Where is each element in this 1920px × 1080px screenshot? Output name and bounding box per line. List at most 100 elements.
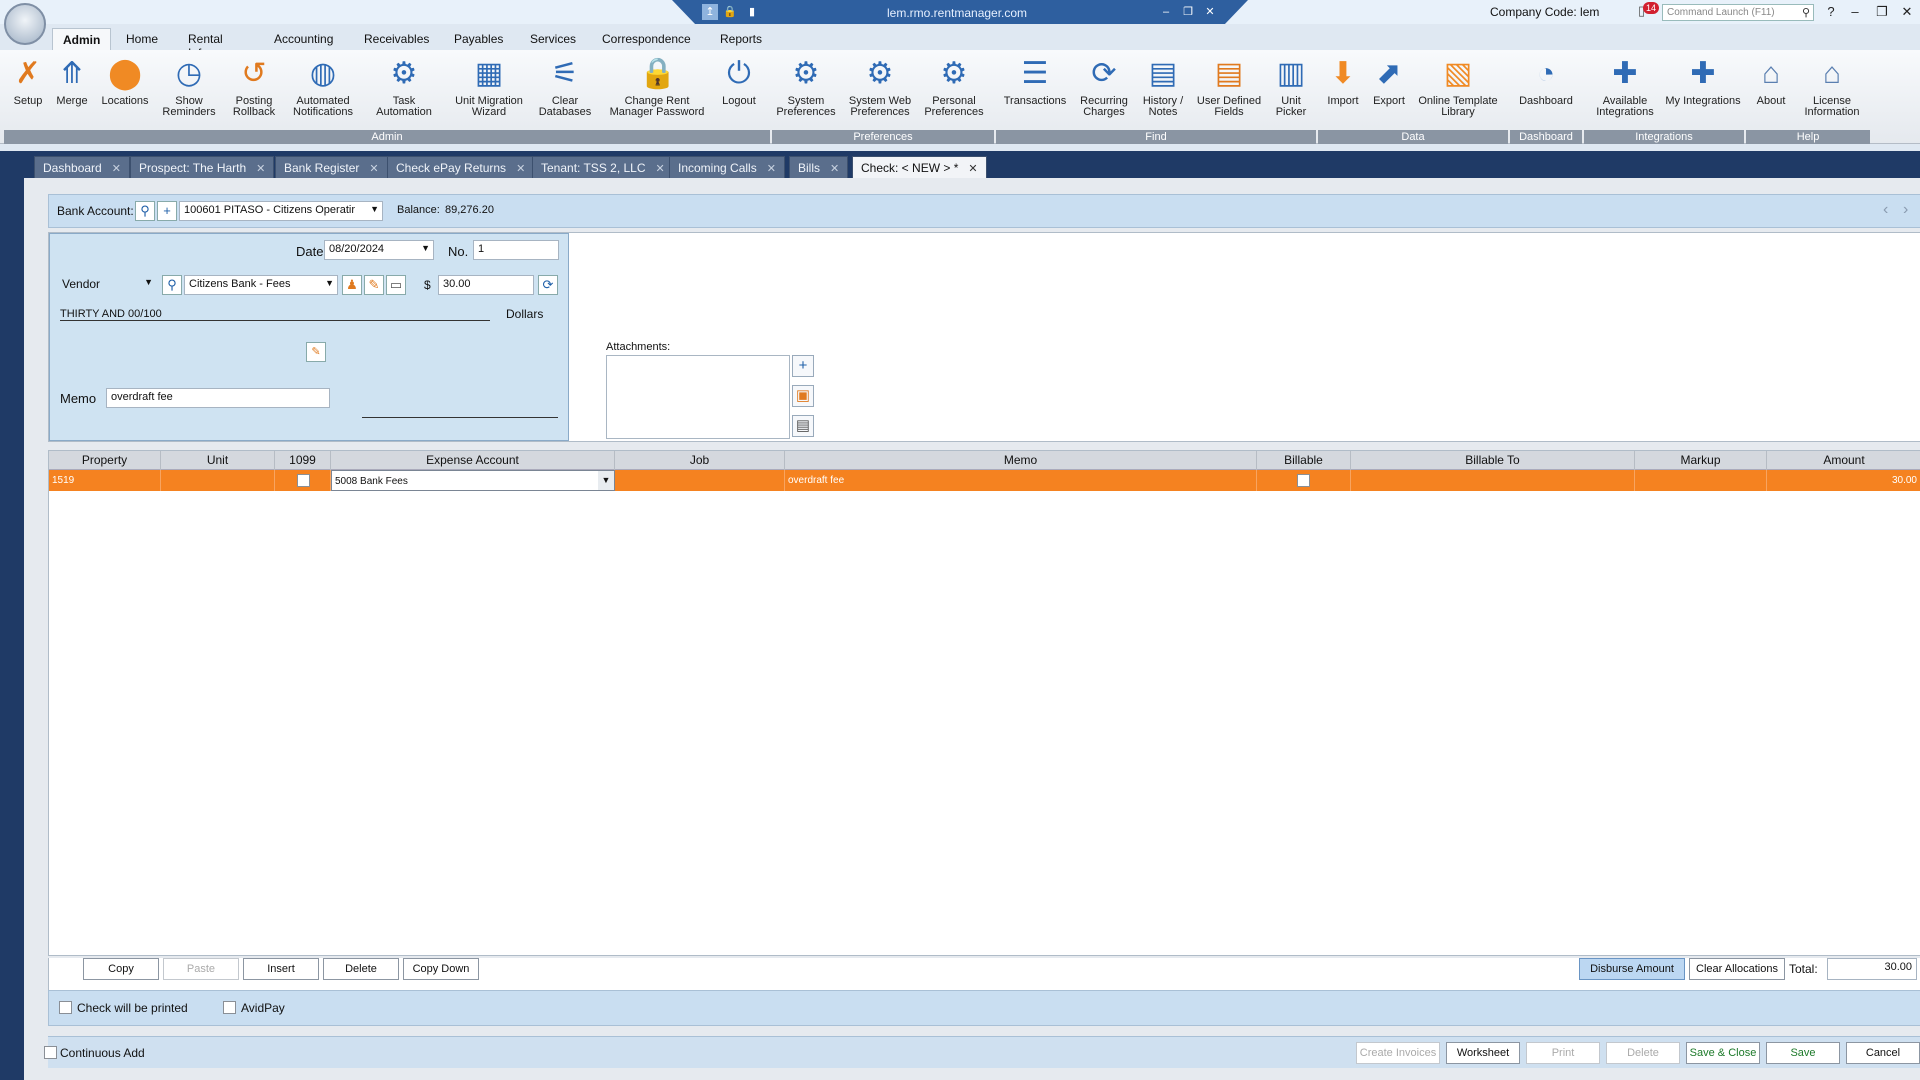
cell-expense-account[interactable]: 5008 Bank Fees ▼ [331, 470, 615, 491]
refresh-icon[interactable]: ⟳ [538, 275, 558, 295]
about-button[interactable]: ⌂ About [1752, 56, 1790, 107]
cell-markup[interactable] [1635, 470, 1767, 491]
cell-job[interactable] [615, 470, 785, 491]
restore-icon[interactable]: ❐ [1873, 4, 1891, 20]
show-reminders-button[interactable]: ◷ Show Reminders [158, 56, 220, 118]
tab-check-new[interactable]: Check: < NEW > * ✕ [852, 156, 987, 178]
col-job[interactable]: Job [615, 451, 785, 470]
bank-search-icon[interactable]: ⚲ [135, 201, 155, 221]
close-remote-icon[interactable]: ✕ [1202, 4, 1218, 20]
online-template-library-button[interactable]: ▧ Online Template Library [1414, 56, 1502, 118]
merge-button[interactable]: ⤊ Merge [52, 56, 92, 107]
system-preferences-button[interactable]: ⚙ System Preferences [774, 56, 838, 118]
continuous-add-checkbox[interactable] [44, 1046, 57, 1059]
col-expense-account[interactable]: Expense Account [331, 451, 615, 470]
menu-reports[interactable]: Reports [710, 28, 772, 50]
task-automation-button[interactable]: ⚙ Task Automation [366, 56, 442, 118]
card-icon[interactable]: ▭ [386, 275, 406, 295]
vendor-icon[interactable]: ♟ [342, 275, 362, 295]
automated-notifications-button[interactable]: ◍ Automated Notifications [288, 56, 358, 118]
address-edit-icon[interactable]: ✎ [306, 342, 326, 362]
paste-button[interactable]: Paste [163, 958, 239, 980]
help-icon[interactable]: ? [1822, 4, 1840, 20]
cancel-button[interactable]: Cancel [1846, 1042, 1920, 1064]
cell-memo[interactable]: overdraft fee [785, 470, 1257, 491]
col-amount[interactable]: Amount [1767, 451, 1920, 470]
pin-icon[interactable]: ↥ [702, 4, 718, 20]
col-billable-to[interactable]: Billable To [1351, 451, 1635, 470]
search-icon[interactable]: ⚲ [1802, 6, 1810, 19]
restore-remote-icon[interactable]: ❐ [1180, 4, 1196, 20]
clear-databases-button[interactable]: ⚟ Clear Databases [536, 56, 594, 118]
worksheet-button[interactable]: Worksheet [1446, 1042, 1520, 1064]
close-tab-icon[interactable]: ✕ [968, 163, 977, 175]
tab-tenant[interactable]: Tenant: TSS 2, LLC ✕ [532, 156, 674, 178]
transactions-button[interactable]: ☰ Transactions [1000, 56, 1070, 107]
billable-checkbox[interactable] [1297, 474, 1310, 487]
bank-add-icon[interactable]: + [157, 201, 177, 221]
user-defined-fields-button[interactable]: ▤ User Defined Fields [1194, 56, 1264, 118]
history-notes-button[interactable]: ▤ History / Notes [1136, 56, 1190, 118]
scan-attachment-icon[interactable]: ▣ [792, 385, 814, 407]
col-billable[interactable]: Billable [1257, 451, 1351, 470]
dashboard-ribbon-button[interactable]: ◔ Dashboard [1514, 56, 1578, 107]
save-close-button[interactable]: Save & Close [1686, 1042, 1760, 1064]
app-logo[interactable] [4, 3, 46, 45]
license-information-button[interactable]: ⌂ License Information [1800, 56, 1864, 118]
logout-button[interactable]: ⏻ Logout [716, 56, 762, 107]
personal-preferences-button[interactable]: ⚙ Personal Preferences [920, 56, 988, 118]
minimize-icon[interactable]: – [1846, 4, 1864, 20]
setup-button[interactable]: ✗ Setup [8, 56, 48, 107]
attachments-list[interactable] [606, 355, 790, 439]
menu-services[interactable]: Services [520, 28, 586, 50]
insert-button[interactable]: Insert [243, 958, 319, 980]
col-memo[interactable]: Memo [785, 451, 1257, 470]
posting-rollback-button[interactable]: ↺ Posting Rollback [226, 56, 282, 118]
close-icon[interactable]: ✕ [1898, 4, 1916, 20]
close-tab-icon[interactable]: ✕ [256, 163, 265, 175]
menu-rental-info[interactable]: Rental Info [178, 28, 233, 60]
change-password-button[interactable]: 🔒 Change Rent Manager Password [604, 56, 710, 118]
menu-admin[interactable]: Admin [52, 28, 112, 50]
menu-accounting[interactable]: Accounting [264, 28, 343, 50]
next-icon[interactable]: › [1903, 201, 1908, 219]
avidpay-checkbox[interactable] [223, 1001, 236, 1014]
import-button[interactable]: ⬇ Import [1322, 56, 1364, 107]
payee-select[interactable]: Citizens Bank - Fees ▼ [184, 275, 338, 295]
cell-unit[interactable] [161, 470, 275, 491]
menu-payables[interactable]: Payables [444, 28, 513, 50]
payee-search-icon[interactable]: ⚲ [162, 275, 182, 295]
previous-icon[interactable]: ‹ [1883, 201, 1888, 219]
close-tab-icon[interactable]: ✕ [369, 163, 378, 175]
memo-field[interactable]: overdraft fee [106, 388, 330, 408]
menu-receivables[interactable]: Receivables [354, 28, 439, 50]
payee-type-select[interactable]: Vendor ▼ [58, 275, 156, 295]
disburse-amount-button[interactable]: Disburse Amount [1579, 958, 1685, 980]
menu-correspondence[interactable]: Correspondence [592, 28, 701, 50]
available-integrations-button[interactable]: ✚ Available Integrations [1590, 56, 1660, 118]
unit-picker-button[interactable]: ▥ Unit Picker [1270, 56, 1312, 118]
tab-check-epay-returns[interactable]: Check ePay Returns ✕ [387, 156, 535, 178]
close-tab-icon[interactable]: ✕ [767, 163, 776, 175]
check-number-field[interactable]: 1 [473, 240, 559, 260]
recurring-charges-button[interactable]: ⟳ Recurring Charges [1076, 56, 1132, 118]
date-field[interactable]: 08/20/2024 ▼ [324, 240, 434, 260]
tab-prospect[interactable]: Prospect: The Harth ✕ [130, 156, 275, 178]
col-property[interactable]: Property [49, 451, 161, 470]
copy-button[interactable]: Copy [83, 958, 159, 980]
delete-button[interactable]: Delete [1606, 1042, 1680, 1064]
tab-incoming-calls[interactable]: Incoming Calls ✕ [669, 156, 785, 178]
unit-migration-wizard-button[interactable]: ▦ Unit Migration Wizard [450, 56, 528, 118]
col-markup[interactable]: Markup [1635, 451, 1767, 470]
close-tab-icon[interactable]: ✕ [830, 163, 839, 175]
col-unit[interactable]: Unit [161, 451, 275, 470]
cell-amount[interactable]: 30.00 [1767, 470, 1920, 491]
edit-icon[interactable]: ✎ [364, 275, 384, 295]
amount-field[interactable]: 30.00 [438, 275, 534, 295]
cell-1099[interactable] [275, 470, 331, 491]
command-launch-input[interactable]: Command Launch (F11) ⚲ [1662, 4, 1814, 21]
cell-billable-to[interactable] [1351, 470, 1635, 491]
tab-dashboard[interactable]: Dashboard ✕ [34, 156, 130, 178]
check-printed-checkbox[interactable] [59, 1001, 72, 1014]
minimize-remote-icon[interactable]: – [1158, 4, 1174, 20]
